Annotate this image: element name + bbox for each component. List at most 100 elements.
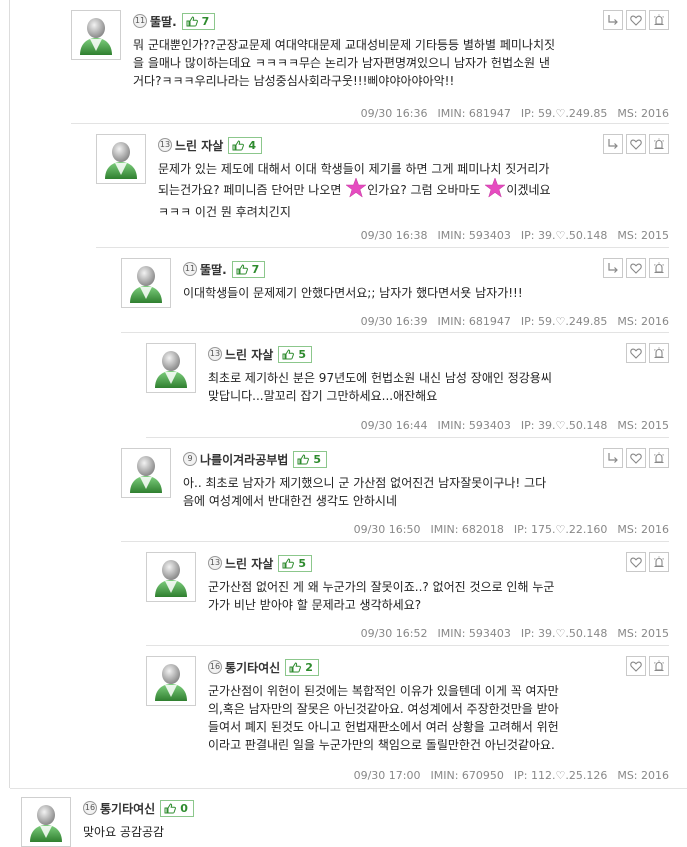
comment-date: 09/30 16:38 [360,229,428,242]
reply-arrow-icon [607,449,619,468]
avatar [21,797,71,847]
like-count-badge: 0 [160,799,194,817]
reply-button[interactable] [603,10,623,30]
user-silhouette-icon [155,351,187,388]
comment-actions [600,134,669,154]
nickname[interactable]: 통기타여신 [100,800,155,817]
avatar [146,552,196,602]
like-count: 2 [305,660,313,674]
comment-date: 09/30 16:36 [360,107,428,120]
reply-button[interactable] [603,448,623,468]
thumb-up-icon [164,802,180,814]
reply-arrow-icon [607,135,619,154]
report-button[interactable] [649,258,669,278]
comment-line: 가가 비난 받아야 할 문제라고 생각하세요? [208,598,422,612]
like-count: 5 [313,452,321,466]
like-count: 0 [180,801,188,815]
report-button[interactable] [649,10,669,30]
nickname[interactable]: 느린 자살 [225,555,273,572]
comment-line: 을 을매나 많이하는데요 ㅋㅋㅋㅋ무슨 논리가 남자편명껴있으니 남자가 헌법소… [133,56,550,70]
comment: 13 느린 자살 5 최초로 제기하신 분은 97년도에 헌법소원 내신 남성 … [146,343,669,435]
avatar [96,134,146,184]
comment-line: 이대학생들이 문제제기 안했다면서요;; 남자가 했다면서욧 남자가!!! [183,286,523,300]
like-button[interactable] [626,552,646,572]
level-badge: 11 [183,262,197,276]
siren-icon [653,259,665,278]
like-button[interactable] [626,258,646,278]
avatar [146,656,196,706]
comment-actions [623,656,669,676]
comment-actions [600,10,669,30]
comment-imin: IMIN: 593403 [437,419,511,432]
user-silhouette-icon [155,664,187,701]
comment-line: 거다?ㅋㅋㅋ우리나라는 남성중심사회라구웃!!!삐야야아야아악!! [133,74,455,88]
user-silhouette-icon [80,18,112,55]
report-button[interactable] [649,448,669,468]
comment-actions [623,552,669,572]
comment-imin: IMIN: 593403 [437,627,511,640]
reply-arrow-icon [607,259,619,278]
comment-ms: MS: 2015 [617,627,669,640]
divider [96,247,669,248]
avatar [71,10,121,60]
like-count: 4 [248,138,256,152]
nickname[interactable]: 느린 자살 [175,137,223,154]
comment-header: 13 느린 자살 4 [158,136,262,154]
report-button[interactable] [649,343,669,363]
comment: 16 통기타여신 0 맞아요 공감공감 [21,797,669,847]
comment-line: 맞답니다...말꼬리 잡기 그만하세요...애잔해요 [208,389,438,403]
comment-line: 이라고 판결내린 일을 누군가만의 책임으로 돌릴만한건 아닌것같아요. [208,738,555,752]
like-button[interactable] [626,343,646,363]
user-silhouette-icon [30,805,62,842]
nickname[interactable]: 통기타여신 [225,659,280,676]
comment-fragment: 이겠네요 [506,183,551,197]
like-button[interactable] [626,10,646,30]
comment-date: 09/30 16:39 [360,315,428,328]
siren-icon [653,553,665,572]
thumb-up-icon [186,15,202,27]
comment-ms: MS: 2016 [617,107,669,120]
like-count-badge: 7 [181,12,216,30]
comment-line: 맞아요 공감공감 [83,825,165,839]
comment-header: 11 뚤딸. 7 [133,12,216,30]
comment-line: 의,혹은 남자만의 잘못은 아닌것같아요. 여성계에서 주장한것만을 받아 [208,702,559,716]
comment-ip: IP: 39.♡.50.148 [520,419,608,432]
level-badge: 9 [183,452,197,466]
thread-border [9,0,10,788]
nickname[interactable]: 뚤딸. [150,13,177,30]
comment-text: 아.. 최초로 남자가 제기했으니 군 가산점 없어진건 남자잘못이구나! 그다… [183,474,668,510]
comment-fragment: 되는건가요? 페미니즘 단어만 나오면 [158,183,346,197]
like-button[interactable] [626,656,646,676]
reply-button[interactable] [603,134,623,154]
report-button[interactable] [649,656,669,676]
report-button[interactable] [649,552,669,572]
comment-line: 문제가 있는 제도에 대해서 이대 학생들이 제기를 하면 그게 페미나치 짓거… [158,162,550,176]
comment: 13 느린 자살 4 문제가 있는 제도에 대해서 이대 학생들이 제기를 하면… [96,134,669,242]
like-button[interactable] [626,448,646,468]
pink-star-icon [345,177,367,203]
comment-meta: 09/30 16:50 IMIN: 682018 IP: 175.♡.22.160 M… [344,523,669,536]
siren-icon [653,135,665,154]
siren-icon [653,449,665,468]
nickname[interactable]: 느린 자살 [225,346,273,363]
comment-text: 맞아요 공감공감 [83,823,663,841]
thumb-up-icon [282,348,298,360]
divider [71,123,669,124]
comment-line: 군가산점 없어진 게 왜 누군가의 잘못이죠..? 없어진 것으로 인해 누군 [208,580,555,594]
report-button[interactable] [649,134,669,154]
level-badge: 11 [133,14,147,28]
thumb-up-icon [232,139,248,151]
siren-icon [653,657,665,676]
nickname[interactable]: 뚤딸. [200,261,227,278]
like-button[interactable] [626,134,646,154]
comment-date: 09/30 16:52 [360,627,428,640]
thumb-up-icon [282,557,298,569]
comment: 11 뚤딸. 7 이대학생들이 문제제기 안했다면서요;; 남자가 했다면서욧 … [121,258,669,330]
reply-arrow-icon [607,11,619,30]
reply-button[interactable] [603,258,623,278]
comment-ip: IP: 112.♡.25.126 [513,769,608,782]
comment-text: 최초로 제기하신 분은 97년도에 헌법소원 내신 남성 장애인 정강용씨 맞답… [208,369,668,405]
comment-meta: 09/30 16:38 IMIN: 593403 IP: 39.♡.50.148 MS… [351,229,669,242]
nickname[interactable]: 나를이겨라공부법 [200,451,288,468]
level-badge: 13 [158,138,172,152]
